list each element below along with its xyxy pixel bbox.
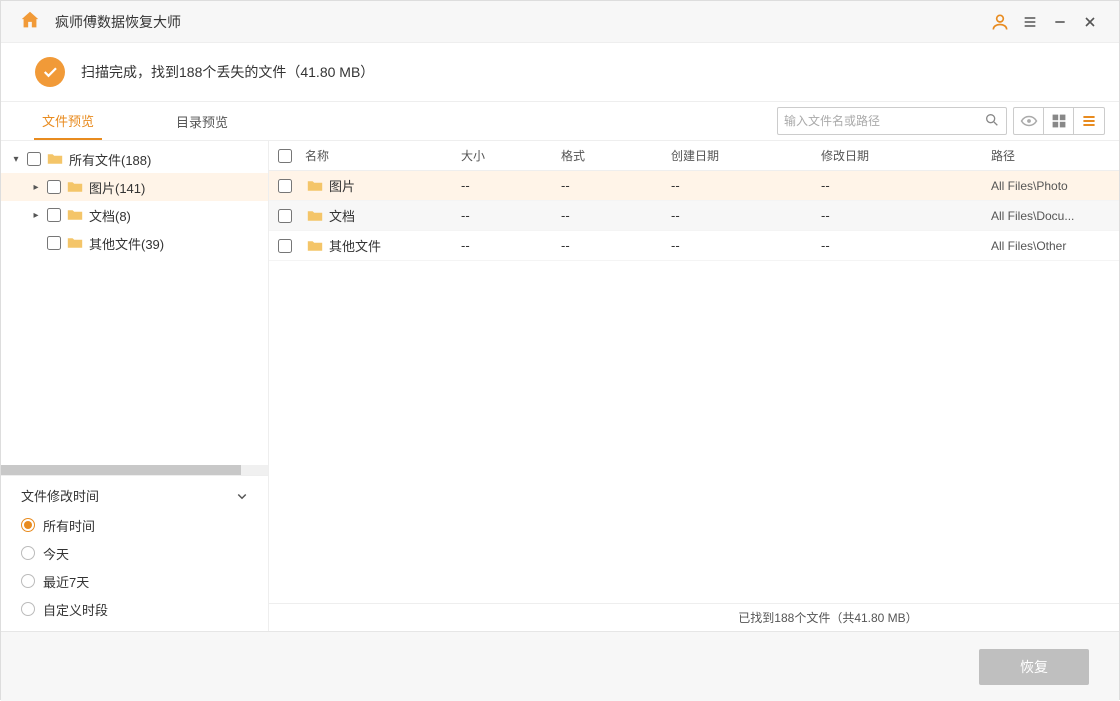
row-modified: --: [821, 208, 991, 223]
row-modified: --: [821, 238, 991, 253]
table-header: 名称 大小 格式 创建日期 修改日期 路径: [269, 141, 1119, 171]
table-row[interactable]: 文档 -- -- -- -- All Files\Docu...: [269, 201, 1119, 231]
row-checkbox[interactable]: [278, 239, 292, 253]
view-preview-icon[interactable]: [1014, 108, 1044, 134]
minimize-button[interactable]: [1045, 7, 1075, 37]
tree-label: 其他文件(39): [89, 234, 164, 253]
tree-checkbox[interactable]: [47, 208, 61, 222]
row-created: --: [671, 178, 821, 193]
table-row[interactable]: 其他文件 -- -- -- -- All Files\Other: [269, 231, 1119, 261]
filter-option-label: 所有时间: [43, 516, 95, 535]
row-modified: --: [821, 178, 991, 193]
folder-icon: [47, 152, 63, 166]
file-tree: ▾ 所有文件(188) ▸ 图片(141) ▸ 文档(8) ▸: [1, 141, 268, 465]
folder-icon: [307, 179, 323, 193]
filter-option-custom[interactable]: 自定义时段: [21, 595, 248, 623]
row-path: All Files\Other: [991, 239, 1119, 253]
filter-option-7days[interactable]: 最近7天: [21, 567, 248, 595]
row-name: 其他文件: [329, 236, 381, 255]
folder-icon: [307, 239, 323, 253]
tree-item-all[interactable]: ▾ 所有文件(188): [1, 145, 268, 173]
status-bar: 已找到188个文件（共41.80 MB）: [269, 603, 1119, 631]
sidebar-scrollbar[interactable]: [1, 465, 268, 475]
filter-option-label: 自定义时段: [43, 600, 108, 619]
menu-icon[interactable]: [1015, 7, 1045, 37]
row-created: --: [671, 208, 821, 223]
tree-checkbox[interactable]: [27, 152, 41, 166]
view-mode-buttons: [1013, 107, 1105, 135]
search-box: [777, 107, 1007, 135]
chevron-right-icon[interactable]: ▸: [29, 210, 43, 221]
home-icon[interactable]: [19, 9, 41, 34]
row-path: All Files\Photo: [991, 179, 1119, 193]
row-size: --: [461, 238, 561, 253]
user-icon[interactable]: [985, 7, 1015, 37]
row-format: --: [561, 208, 671, 223]
col-modified[interactable]: 修改日期: [821, 147, 991, 164]
scrollbar-thumb[interactable]: [1, 465, 241, 475]
sidebar: ▾ 所有文件(188) ▸ 图片(141) ▸ 文档(8) ▸: [1, 141, 269, 631]
radio-icon: [21, 546, 35, 560]
chevron-down-icon: [236, 490, 248, 502]
search-icon[interactable]: [984, 112, 1000, 131]
chevron-right-icon[interactable]: ▸: [29, 182, 43, 193]
recover-button[interactable]: 恢复: [979, 649, 1089, 685]
row-format: --: [561, 178, 671, 193]
file-list: 名称 大小 格式 创建日期 修改日期 路径 图片 -- -- -- -- All…: [269, 141, 1119, 631]
filter-option-all[interactable]: 所有时间: [21, 511, 248, 539]
col-format[interactable]: 格式: [561, 147, 671, 164]
row-name: 图片: [329, 176, 355, 195]
col-path[interactable]: 路径: [991, 147, 1119, 164]
tree-item-other[interactable]: ▸ 其他文件(39): [1, 229, 268, 257]
view-list-icon[interactable]: [1074, 108, 1104, 134]
row-created: --: [671, 238, 821, 253]
col-name[interactable]: 名称: [301, 147, 461, 164]
close-button[interactable]: [1075, 7, 1105, 37]
folder-icon: [307, 209, 323, 223]
chevron-down-icon[interactable]: ▾: [9, 154, 23, 165]
check-circle-icon: [35, 57, 65, 87]
tree-label: 所有文件(188): [69, 150, 151, 169]
row-size: --: [461, 178, 561, 193]
search-input[interactable]: [784, 114, 984, 128]
filter-option-label: 今天: [43, 544, 69, 563]
folder-icon: [67, 180, 83, 194]
select-all-checkbox[interactable]: [278, 149, 292, 163]
tree-checkbox[interactable]: [47, 236, 61, 250]
radio-icon: [21, 518, 35, 532]
folder-icon: [67, 208, 83, 222]
folder-icon: [67, 236, 83, 250]
view-grid-icon[interactable]: [1044, 108, 1074, 134]
tree-checkbox[interactable]: [47, 180, 61, 194]
titlebar: 疯师傅数据恢复大师: [1, 1, 1119, 43]
col-size[interactable]: 大小: [461, 147, 561, 164]
row-format: --: [561, 238, 671, 253]
table-row[interactable]: 图片 -- -- -- -- All Files\Photo: [269, 171, 1119, 201]
row-checkbox[interactable]: [278, 209, 292, 223]
tree-item-doc[interactable]: ▸ 文档(8): [1, 201, 268, 229]
footer: 恢复: [1, 631, 1119, 701]
app-title: 疯师傅数据恢复大师: [55, 12, 181, 32]
tab-dir-preview[interactable]: 目录预览: [168, 102, 236, 140]
tabs-row: 文件预览 目录预览: [1, 101, 1119, 141]
tree-label: 文档(8): [89, 206, 131, 225]
row-checkbox[interactable]: [278, 179, 292, 193]
tree-item-photo[interactable]: ▸ 图片(141): [1, 173, 268, 201]
filter-option-label: 最近7天: [43, 572, 89, 591]
scan-status: 扫描完成，找到188个丢失的文件（41.80 MB）: [1, 43, 1119, 101]
status-bar-text: 已找到188个文件（共41.80 MB）: [537, 609, 1119, 626]
filter-option-today[interactable]: 今天: [21, 539, 248, 567]
tab-file-preview[interactable]: 文件预览: [34, 102, 102, 140]
row-path: All Files\Docu...: [991, 209, 1119, 223]
row-size: --: [461, 208, 561, 223]
time-filter-header[interactable]: 文件修改时间: [21, 486, 248, 511]
radio-icon: [21, 602, 35, 616]
col-created[interactable]: 创建日期: [671, 147, 821, 164]
time-filter-title: 文件修改时间: [21, 486, 99, 505]
radio-icon: [21, 574, 35, 588]
time-filter: 文件修改时间 所有时间 今天 最近7天 自定义时段: [1, 475, 268, 631]
row-name: 文档: [329, 206, 355, 225]
scan-status-text: 扫描完成，找到188个丢失的文件（41.80 MB）: [81, 62, 374, 82]
tree-label: 图片(141): [89, 178, 145, 197]
